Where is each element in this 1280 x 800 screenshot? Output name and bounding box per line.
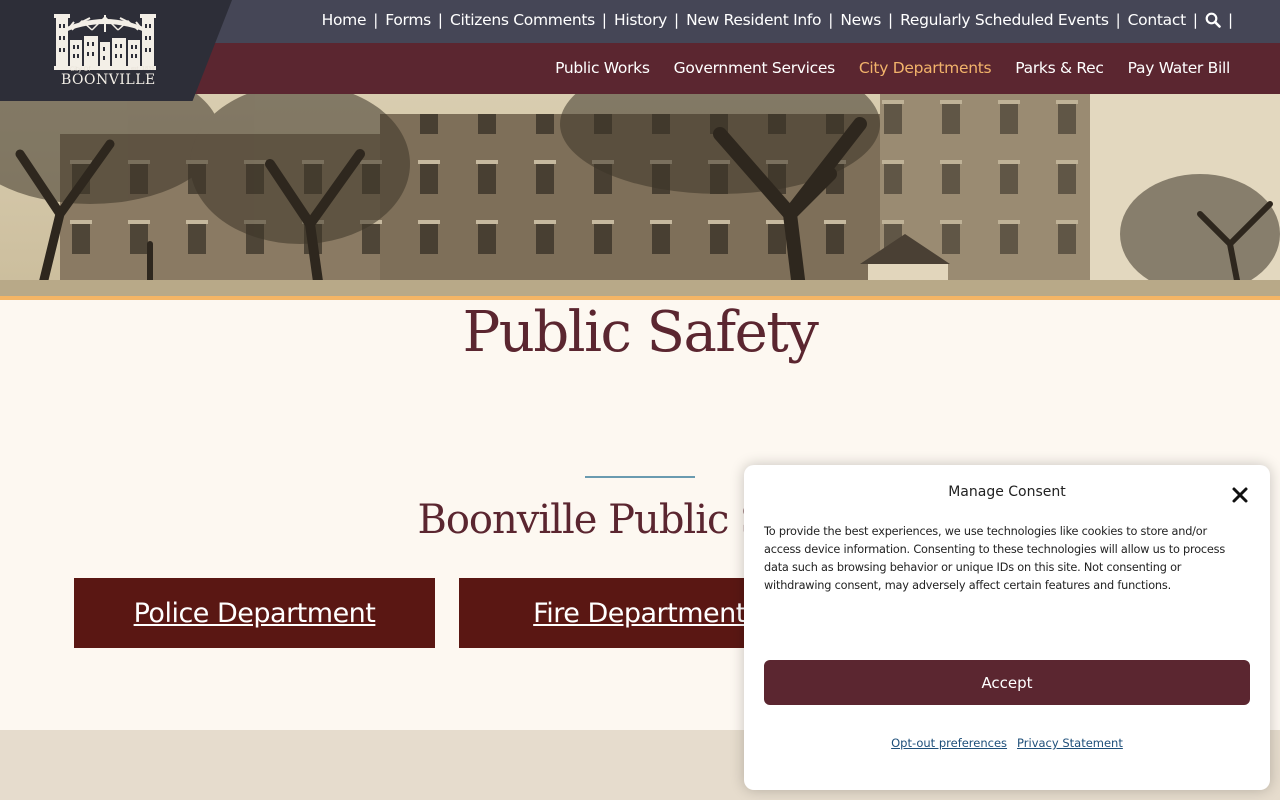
main-nav-pay-water-bill[interactable]: Pay Water Bill — [1128, 59, 1231, 77]
hero-banner-image — [0, 94, 1280, 296]
top-nav-new-resident-info[interactable]: New Resident Info — [686, 11, 821, 29]
nav-separator: | — [601, 11, 607, 29]
privacy-statement-link[interactable]: Privacy Statement — [1017, 736, 1123, 750]
nav-separator: | — [828, 11, 834, 29]
nav-separator: | — [888, 11, 894, 29]
close-icon[interactable] — [1230, 485, 1250, 505]
opt-out-preferences-link[interactable]: Opt-out preferences — [891, 736, 1007, 750]
main-navigation: Public Works Government Services City De… — [555, 59, 1230, 77]
logo-name: BOONVILLE — [61, 72, 156, 88]
nav-separator: | — [373, 11, 379, 29]
page-title: Public Safety — [462, 300, 819, 365]
top-nav-contact[interactable]: Contact — [1128, 11, 1187, 29]
police-department-button[interactable]: Police Department — [74, 578, 435, 648]
main-nav-public-works[interactable]: Public Works — [555, 59, 650, 77]
nav-separator: | — [437, 11, 443, 29]
main-nav-city-departments[interactable]: City Departments — [859, 59, 992, 77]
top-nav-news[interactable]: News — [840, 11, 881, 29]
consent-title: Manage Consent — [948, 484, 1066, 500]
top-navigation: Home | Forms | Citizens Comments | History |… — [322, 11, 1240, 29]
top-nav-history[interactable]: History — [614, 11, 667, 29]
top-nav-home[interactable]: Home — [322, 11, 367, 29]
top-nav-forms[interactable]: Forms — [385, 11, 431, 29]
consent-description: To provide the best experiences, we use … — [764, 525, 1226, 592]
consent-modal: Manage Consent To provide the best exper… — [744, 465, 1270, 790]
consent-links: Opt-out preferences Privacy Statement — [744, 736, 1270, 750]
accept-button[interactable]: Accept — [764, 660, 1250, 705]
top-nav-citizens-comments[interactable]: Citizens Comments — [450, 11, 595, 29]
nav-separator: | — [1115, 11, 1121, 29]
nav-separator: | — [674, 11, 680, 29]
search-icon[interactable] — [1205, 12, 1221, 28]
top-nav-regularly-scheduled-events[interactable]: Regularly Scheduled Events — [900, 11, 1109, 29]
section-divider — [585, 476, 695, 478]
main-nav-parks-rec[interactable]: Parks & Rec — [1015, 59, 1104, 77]
nav-separator: | — [1227, 11, 1233, 29]
nav-separator: | — [1192, 11, 1198, 29]
main-nav-government-services[interactable]: Government Services — [674, 59, 836, 77]
site-logo[interactable]: City Of est. 1839 BOONVILLE — [0, 0, 232, 101]
